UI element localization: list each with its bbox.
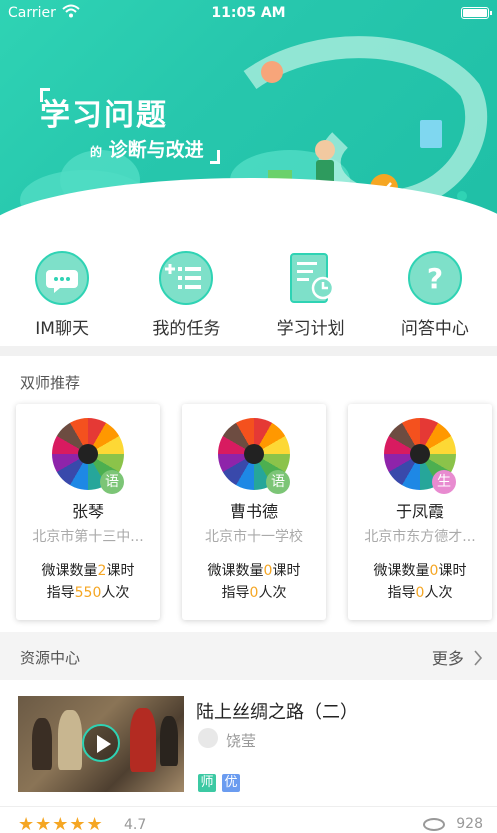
painting-figure [32, 718, 52, 770]
teacher-name: 张琴 [71, 502, 104, 521]
tag-teacher: 师 [198, 774, 216, 792]
chat-icon [35, 251, 90, 305]
teacher-school: 北京市东方德才... [364, 529, 476, 545]
guide-number: 550 [74, 585, 102, 601]
plan-document-icon [289, 253, 334, 303]
teacher-cards: 语 张琴 北京市第十三中... 微课数量2课时 指导550人次 语 曹书德 北京… [16, 404, 497, 620]
play-button[interactable] [82, 724, 120, 762]
more-label: 更多 [431, 649, 464, 668]
resource-header: 资源中心 更多 [0, 632, 497, 680]
guide-suffix: 人次 [258, 585, 287, 601]
menu-label: 我的任务 [152, 319, 221, 339]
menu-label: 问答中心 [400, 319, 469, 339]
guide-prefix: 指导 [46, 585, 75, 601]
task-list-icon [159, 251, 214, 305]
svg-text:?: ? [427, 262, 443, 295]
banner-subtitle-text: 诊断与改进 [108, 139, 204, 161]
painting-figure [58, 710, 82, 770]
quote-bracket-right [210, 150, 220, 164]
lesson-count: 微课数量2课时 [16, 560, 160, 580]
guide-prefix: 指导 [221, 585, 250, 601]
menu-item-study-plan[interactable]: 学习计划 [249, 244, 373, 344]
teacher-school: 北京市第十三中... [32, 529, 144, 545]
teacher-card[interactable]: 语 张琴 北京市第十三中... 微课数量2课时 指导550人次 [16, 404, 160, 620]
teacher-card[interactable]: 语 曹书德 北京市十一学校 微课数量0课时 指导0人次 [182, 404, 326, 620]
guide-count: 指导0人次 [182, 582, 326, 602]
menu-label: IM聊天 [35, 319, 89, 339]
subject-badge: 语 [266, 470, 290, 494]
teacher-name: 于凤霞 [395, 502, 444, 521]
item-divider [0, 806, 497, 807]
menu-item-im-chat[interactable]: IM聊天 [0, 244, 124, 344]
lesson-prefix: 微课数量 [373, 563, 430, 579]
eye-icon [423, 818, 445, 831]
star-rating: ★★★★★ [18, 814, 104, 833]
section-divider [0, 346, 497, 356]
teacher-card[interactable]: 生 于凤霞 北京市东方德才... 微课数量0课时 指导0人次 [348, 404, 492, 620]
more-link[interactable]: 更多 [432, 645, 483, 669]
guide-prefix: 指导 [387, 585, 416, 601]
resource-item[interactable]: 陆上丝绸之路（二） 饶莹 师 优 [0, 690, 497, 800]
lesson-count: 微课数量0课时 [348, 560, 492, 580]
lesson-prefix: 微课数量 [41, 563, 98, 579]
quick-menu: IM聊天 我的任务 学习计划 ? 问答中心 [0, 244, 497, 344]
banner-subtitle-prefix: 的 [90, 145, 103, 159]
guide-suffix: 人次 [101, 585, 130, 601]
chevron-right-icon [474, 650, 483, 666]
lesson-suffix: 课时 [272, 563, 301, 579]
tag-excellent: 优 [222, 774, 240, 792]
resource-author: 饶莹 [226, 732, 257, 750]
menu-label: 学习计划 [276, 319, 345, 339]
teachers-section-title: 双师推荐 [20, 374, 81, 392]
lesson-count: 微课数量0课时 [182, 560, 326, 580]
menu-item-qa-center[interactable]: ? 问答中心 [373, 244, 497, 344]
subject-badge: 语 [100, 470, 124, 494]
lesson-suffix: 课时 [106, 563, 135, 579]
resource-section-title: 资源中心 [20, 649, 81, 667]
author-avatar-icon [198, 728, 218, 748]
painting-figure [160, 716, 178, 766]
video-thumbnail [18, 696, 184, 792]
banner-subtitle: 的 诊断与改进 [90, 135, 204, 162]
rating-value: 4.7 [124, 817, 147, 833]
battery-icon [461, 7, 492, 19]
painting-figure [130, 708, 156, 772]
menu-item-my-tasks[interactable]: 我的任务 [124, 244, 248, 344]
resource-title: 陆上丝绸之路（二） [196, 702, 358, 723]
view-count: 928 [456, 816, 483, 832]
clock: 11:05 AM [211, 5, 286, 21]
lesson-prefix: 微课数量 [207, 563, 264, 579]
guide-count: 指导550人次 [16, 582, 160, 602]
status-bar: Carrier 11:05 AM [0, 0, 497, 26]
subject-badge: 生 [432, 470, 456, 494]
lesson-suffix: 课时 [438, 563, 467, 579]
question-icon: ? [407, 251, 462, 305]
guide-count: 指导0人次 [348, 582, 492, 602]
banner-title: 学习问题 [40, 98, 168, 133]
guide-suffix: 人次 [424, 585, 453, 601]
teacher-school: 北京市十一学校 [205, 529, 303, 545]
teacher-name: 曹书德 [229, 502, 278, 521]
